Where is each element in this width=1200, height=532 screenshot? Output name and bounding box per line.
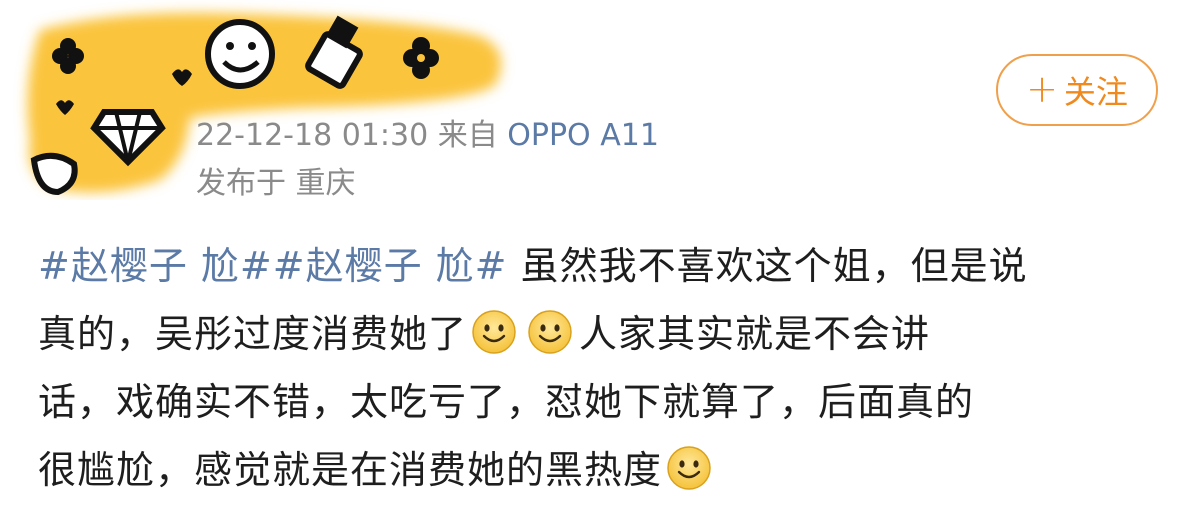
sticker-icon: [30, 152, 78, 196]
post-time: 22-12-18 01:30: [196, 118, 429, 153]
smiley-doodle-icon: [205, 19, 275, 89]
content-text: 人家其实就是不会讲: [579, 312, 931, 356]
post-content: #赵樱子 尬##赵樱子 尬# 虽然我不喜欢这个姐，但是说 真的，吴彤过度消费她了…: [38, 232, 1168, 504]
content-text: 虽然我不喜欢这个姐，但是说: [507, 244, 1028, 288]
smile-emoji-icon: [472, 310, 516, 354]
post-location: 发布于 重庆: [196, 166, 356, 201]
plus-icon: +: [1026, 66, 1058, 111]
content-line-1: #赵樱子 尬##赵樱子 尬# 虽然我不喜欢这个姐，但是说: [38, 232, 1168, 300]
post-meta: 22-12-18 01:30 来自 OPPO A11: [196, 116, 659, 156]
smile-emoji-icon: [528, 310, 572, 354]
content-line-4: 很尴尬，感觉就是在消费她的黑热度: [38, 436, 1168, 504]
content-line-2: 真的，吴彤过度消费她了 人家其实就是不会讲: [38, 300, 1168, 368]
device-link[interactable]: OPPO A11: [507, 118, 659, 153]
content-line-3: 话，戏确实不错，太吃亏了，怼她下就算了，后面真的: [38, 380, 975, 424]
follow-label: 关注: [1063, 73, 1128, 111]
smile-emoji-icon: [667, 446, 711, 490]
source-prefix: 来自: [437, 118, 498, 153]
content-text: 很尴尬，感觉就是在消费她的黑热度: [38, 448, 663, 492]
follow-button[interactable]: + 关注: [996, 54, 1158, 126]
content-text: 真的，吴彤过度消费她了: [38, 312, 468, 356]
topic-hashtag-link[interactable]: #赵樱子 尬##赵樱子 尬#: [38, 244, 508, 288]
